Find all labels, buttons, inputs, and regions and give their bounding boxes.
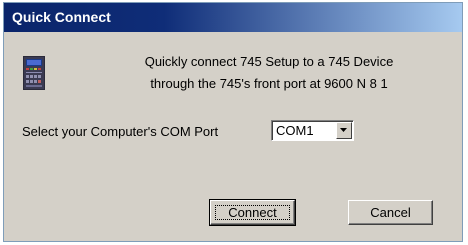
connection-message: Quickly connect 745 Setup to a 745 Devic… <box>111 51 427 95</box>
connect-button[interactable]: Connect <box>209 199 296 226</box>
device-icon <box>23 56 45 90</box>
chevron-down-icon <box>340 128 347 132</box>
com-port-value: COM1 <box>276 123 314 138</box>
com-port-label: Select your Computer's COM Port <box>22 124 219 139</box>
window-title: Quick Connect <box>12 9 111 25</box>
cancel-button-label: Cancel <box>370 205 411 220</box>
cancel-button[interactable]: Cancel <box>348 200 433 225</box>
title-bar[interactable]: Quick Connect <box>4 3 462 32</box>
quick-connect-dialog: Quick Connect Quickly connect 745 Setup … <box>3 2 463 242</box>
message-line-1: Quickly connect 745 Setup to a 745 Devic… <box>144 54 394 69</box>
com-port-dropdown-button[interactable] <box>336 122 352 139</box>
focus-rectangle <box>215 205 290 220</box>
message-line-2: through the 745's front port at 9600 N 8… <box>150 76 388 91</box>
com-port-select[interactable]: COM1 <box>271 120 354 141</box>
